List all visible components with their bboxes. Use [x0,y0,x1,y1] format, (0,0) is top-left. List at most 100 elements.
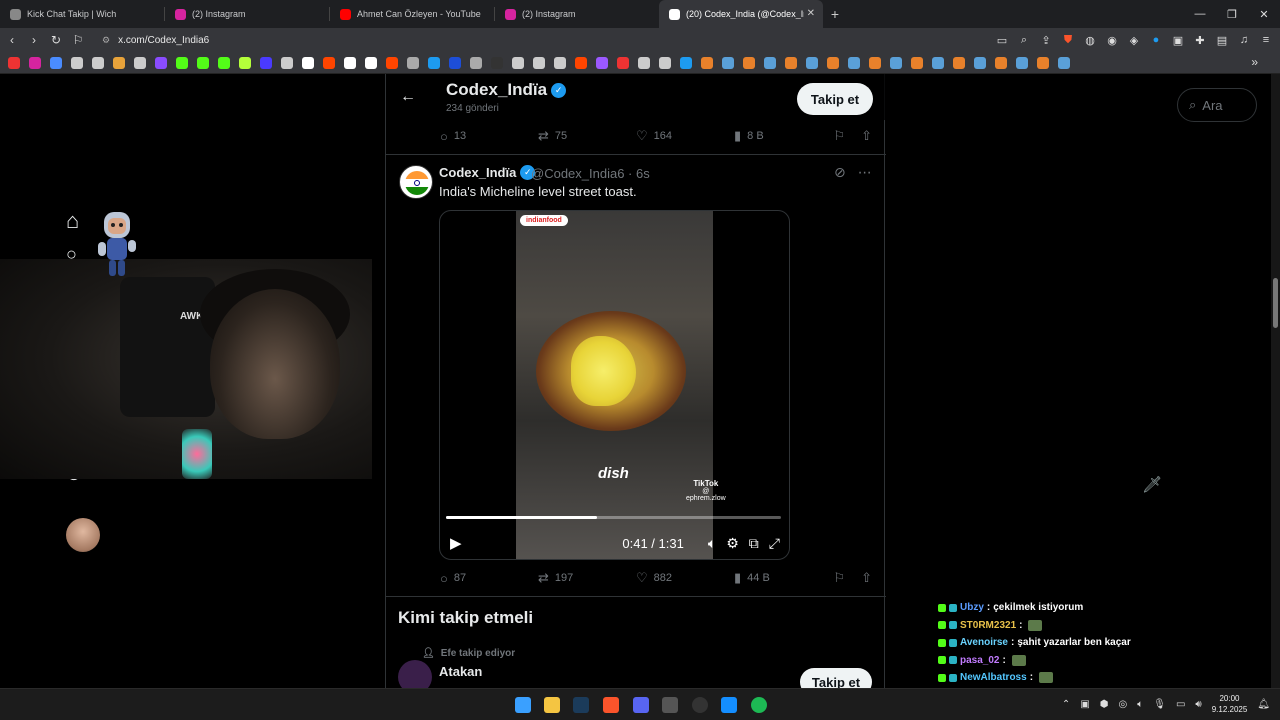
follow-button[interactable]: Takip et [797,83,873,115]
bookmark-folder-icon[interactable] [827,56,839,69]
follow-suggested-button[interactable]: Takip et [800,668,872,688]
repost-button[interactable]: ⇄ 197 [538,570,636,586]
bookmark-favicon-icon[interactable] [617,56,629,69]
bookmark-icon[interactable]: ⚐ [68,30,88,50]
obs-icon[interactable] [692,697,708,713]
bookmarks-overflow-icon[interactable]: » [1251,55,1258,69]
site-info-icon[interactable]: ⚙ [102,35,110,46]
bookmark-favicon-icon[interactable] [71,56,83,69]
bookmark-steam-icon[interactable] [974,56,986,69]
fullscreen-icon[interactable]: ⤢ [769,535,780,552]
bookmark-steam-icon[interactable] [1016,56,1028,69]
bookmark-favicon-icon[interactable] [302,56,314,69]
volume-tray-icon[interactable]: 🔊︎ [1195,699,1201,710]
share-icon[interactable]: ⇪ [1038,32,1054,48]
bookmark-favicon-icon[interactable] [638,56,650,69]
bookmark-favicon-icon[interactable] [470,56,482,69]
bookmark-folder-icon[interactable] [911,56,923,69]
bookmark-favicon-icon[interactable] [176,56,188,69]
bookmark-folder-icon[interactable] [701,56,713,69]
bookmark-folder-icon[interactable] [1037,56,1049,69]
bookmark-favicon-icon[interactable] [92,56,104,69]
suggested-user-name[interactable]: Atakan [439,664,482,679]
bookmark-favicon-icon[interactable] [155,56,167,69]
app-icon[interactable] [662,697,678,713]
repost-button[interactable]: ⇄ 75 [538,128,636,144]
search-box[interactable]: ⌕ Ara [1177,88,1257,122]
media-icon[interactable]: ♫ [1236,32,1252,48]
back-arrow-icon[interactable]: ← [400,88,416,106]
speaker-icon[interactable]: 🔈︎ [1137,699,1143,710]
bookmark-favicon-icon[interactable] [386,56,398,69]
menu-icon[interactable]: ≡ [1258,32,1274,48]
video-player[interactable]: indianfood dish TikTok @ ephrem.zlow ▶ 0:… [439,210,790,560]
mic-icon[interactable]: 🎙︎ [1153,699,1166,710]
bookmark-favicon-icon[interactable] [197,56,209,69]
network-icon[interactable]: ▭ [1176,699,1185,710]
bookmark-favicon-icon[interactable] [428,56,440,69]
bookmark-favicon-icon[interactable] [659,56,671,69]
tab-codex-india[interactable]: (20) Codex_India (@Codex_India✕ [659,0,823,28]
url-field[interactable]: ⚙ x.com/Codex_India6 [102,35,962,46]
bookmark-favicon-icon[interactable] [512,56,524,69]
bookmark-favicon-icon[interactable] [533,56,545,69]
bookmark-favicon-icon[interactable] [50,56,62,69]
tab-instagram[interactable]: (2) Instagram [165,0,329,28]
bookmark-favicon-icon[interactable] [596,56,608,69]
tray-app-icon[interactable]: ▣ [1080,699,1089,710]
bookmark-favicon-icon[interactable] [680,56,692,69]
video-progress[interactable] [446,516,781,519]
notification-icon[interactable]: 🔔︎ [1257,699,1270,710]
volume-icon[interactable]: 🔈︎ [708,535,716,552]
file-explorer-icon[interactable] [544,697,560,713]
bookmark-folder-icon[interactable] [869,56,881,69]
bookmark-favicon-icon[interactable] [218,56,230,69]
share-tweet-icon[interactable]: ⇧ [861,570,872,586]
bookmark-folder-icon[interactable] [995,56,1007,69]
bookmark-favicon-icon[interactable] [449,56,461,69]
bookmark-steam-icon[interactable] [806,56,818,69]
bookmark-folder-icon[interactable] [743,56,755,69]
sidebar-icon[interactable]: ▤ [1214,32,1230,48]
back-icon[interactable]: ‹ [2,30,22,50]
reply-button[interactable]: ○ 13 [440,129,538,144]
steam-icon[interactable] [573,697,589,713]
bookmark-steam-icon[interactable] [1058,56,1070,69]
more-icon[interactable]: ⋯ [858,164,872,181]
home-icon[interactable]: ⌂ [66,208,92,234]
extension-icon[interactable]: ● [1148,32,1164,48]
scrollbar[interactable] [1271,74,1280,688]
minimize-button[interactable]: — [1184,0,1216,28]
extension-icon[interactable]: ◍ [1082,32,1098,48]
tray-steam-icon[interactable]: ◎ [1119,699,1128,710]
discord-icon[interactable] [633,697,649,713]
bookmark-favicon-icon[interactable] [134,56,146,69]
play-icon[interactable]: ▶ [450,534,462,552]
bookmark-folder-icon[interactable] [953,56,965,69]
puzzle-icon[interactable]: ✚ [1192,32,1208,48]
spotify-icon[interactable] [751,697,767,713]
bookmark-favicon-icon[interactable] [323,56,335,69]
pip-icon[interactable]: ⧉ [749,535,759,552]
brave-shield-icon[interactable]: ⛊ [1060,32,1076,48]
like-button[interactable]: ♡ 164 [636,128,734,144]
extension-icon[interactable]: ▣ [1170,32,1186,48]
scrollbar-thumb[interactable] [1273,278,1278,328]
extension-icon[interactable]: ◈ [1126,32,1142,48]
tab-youtube[interactable]: Ahmet Can Özleyen - YouTube [330,0,494,28]
bookmark-favicon-icon[interactable] [344,56,356,69]
tray-app-icon[interactable]: ⬢ [1100,699,1109,710]
tab-kick-chat[interactable]: Kick Chat Takip | Wich [0,0,164,28]
extension-icon[interactable]: ◉ [1104,32,1120,48]
bookmark-favicon-icon[interactable] [575,56,587,69]
bookmark-favicon-icon[interactable] [491,56,503,69]
brave-icon[interactable] [603,697,619,713]
bookmark-steam-icon[interactable] [890,56,902,69]
reply-button[interactable]: ○ 87 [440,571,538,586]
bookmark-steam-icon[interactable] [848,56,860,69]
bookmark-favicon-icon[interactable] [113,56,125,69]
bookmark-favicon-icon[interactable] [239,56,251,69]
bookmark-favicon-icon[interactable] [260,56,272,69]
account-avatar[interactable] [66,518,100,552]
bookmark-folder-icon[interactable] [785,56,797,69]
